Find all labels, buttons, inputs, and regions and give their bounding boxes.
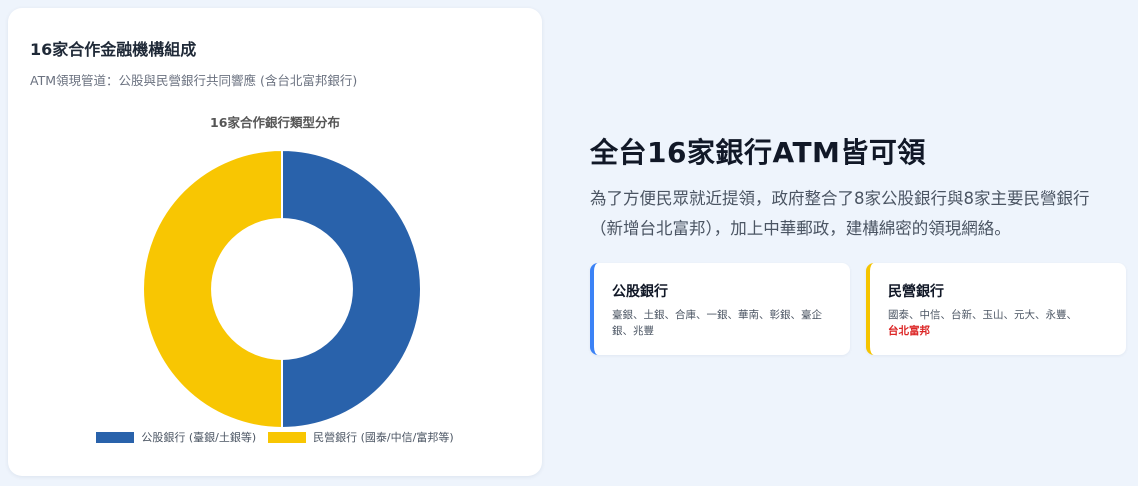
private-bank-list: 國泰、中信、台新、玉山、元大、永豐、 台北富邦 <box>888 307 1110 339</box>
donut-slice-private[interactable] <box>142 148 283 430</box>
legend-item-public[interactable]: 公股銀行 (臺銀/土銀等) <box>96 429 256 445</box>
legend-label-public: 公股銀行 (臺銀/土銀等) <box>141 431 257 444</box>
public-bank-card: 公股銀行 臺銀、土銀、合庫、一銀、華南、彰銀、臺企銀、兆豐 <box>590 263 850 355</box>
private-bank-highlight: 台北富邦 <box>888 325 930 337</box>
public-bank-title: 公股銀行 <box>612 284 668 300</box>
donut-chart <box>142 148 422 430</box>
chart-card: 16家合作金融機構組成 ATM領現管道：公股與民營銀行共同響應 (含台北富邦銀行… <box>8 8 542 476</box>
legend-label-private: 民營銀行 (國泰/中信/富邦等) <box>313 431 454 444</box>
headline: 全台16家銀行ATM皆可領 <box>590 136 926 169</box>
public-bank-list: 臺銀、土銀、合庫、一銀、華南、彰銀、臺企銀、兆豐 <box>612 309 822 337</box>
chart-legend: 公股銀行 (臺銀/土銀等) 民營銀行 (國泰/中信/富邦等) <box>8 429 542 445</box>
private-bank-list-text: 國泰、中信、台新、玉山、元大、永豐、 <box>888 309 1077 321</box>
legend-item-private[interactable]: 民營銀行 (國泰/中信/富邦等) <box>268 429 454 445</box>
donut-slice-public[interactable] <box>281 148 422 430</box>
legend-swatch-private <box>268 431 307 443</box>
private-bank-title: 民營銀行 <box>888 284 944 300</box>
private-bank-card: 民營銀行 國泰、中信、台新、玉山、元大、永豐、 台北富邦 <box>866 263 1126 355</box>
intro-text: 為了方便民眾就近提領，政府整合了8家公股銀行與8家主要民營銀行（新增台北富邦），… <box>590 189 1090 238</box>
legend-swatch-public <box>96 431 135 443</box>
